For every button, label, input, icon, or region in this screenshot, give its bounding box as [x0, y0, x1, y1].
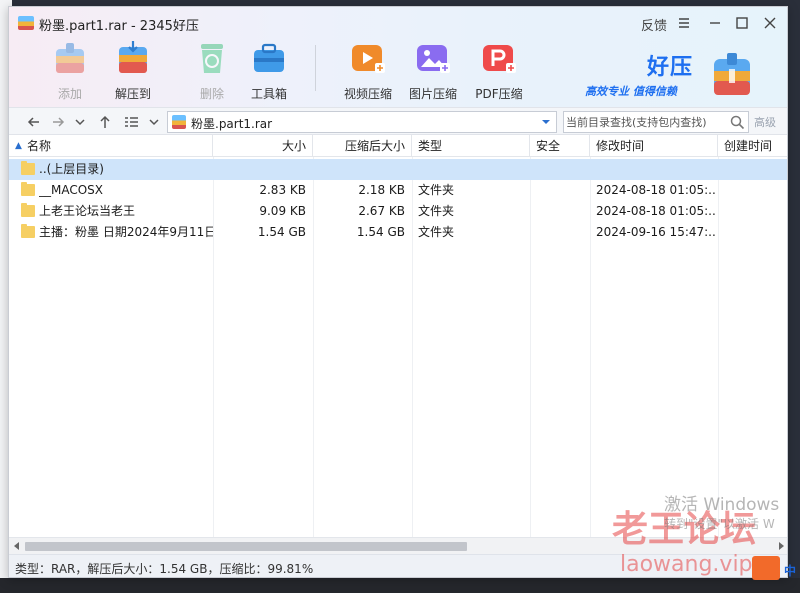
row-name: ..(上层目录) — [39, 162, 104, 176]
row-type: 文件夹 — [418, 225, 455, 239]
recycle-icon — [201, 44, 223, 73]
image-compress-button[interactable]: 图片压缩 — [400, 37, 466, 105]
app-icon — [18, 16, 34, 30]
row-modified: 2024-08-18 01:05:... — [596, 183, 716, 197]
window-title: 粉墨.part1.rar - 2345好压 — [39, 19, 199, 34]
extract-button[interactable]: 解压到 — [100, 37, 166, 105]
toolbox-label: 工具箱 — [250, 87, 287, 101]
row-packed-size: 2.18 KB — [358, 183, 405, 197]
scrollbar-thumb[interactable] — [25, 542, 467, 551]
hamburger-icon — [679, 18, 689, 28]
video-compress-icon — [352, 45, 385, 73]
row-modified: 2024-08-18 01:05:... — [596, 204, 716, 218]
toolbox-button[interactable]: 工具箱 — [236, 37, 302, 105]
feedback-link[interactable]: 反馈 — [641, 15, 667, 34]
row-size: 2.83 KB — [259, 183, 306, 197]
image-compress-icon — [417, 45, 450, 73]
pdf-compress-icon — [483, 45, 516, 73]
column-modified[interactable]: 修改时间 — [590, 135, 718, 157]
pdf-compress-button[interactable]: PDF压缩 — [466, 37, 532, 105]
folder-icon — [21, 161, 35, 175]
up-arrow-icon[interactable] — [96, 113, 114, 131]
history-chevron-down-icon[interactable] — [71, 113, 89, 131]
row-size: 1.54 GB — [257, 225, 306, 239]
column-name[interactable]: ▲ 名称 — [9, 135, 213, 157]
path-dropdown-icon[interactable] — [541, 118, 551, 126]
table-row[interactable]: 主播：粉墨 日期2024年9月11日 1.54 GB 1.54 GB 文件夹 2… — [9, 222, 787, 243]
file-list: ▲ 名称 大小 压缩后大小 类型 安全 修改时间 创建时间 ..(上层目录) _… — [9, 135, 787, 537]
row-modified: 2024-09-16 15:47:... — [596, 225, 716, 239]
toolbox-icon — [254, 43, 284, 72]
taskbar-strip — [0, 578, 800, 593]
toolbar: 添加 解压到 删除 工具箱 视频压缩 图片压缩 PDF压缩 好压 高效专业 值得… — [9, 37, 787, 107]
toolbar-separator — [315, 45, 316, 91]
add-label: 添加 — [57, 87, 82, 101]
video-compress-button[interactable]: 视频压缩 — [335, 37, 401, 105]
menu-button[interactable] — [671, 11, 697, 35]
search-field — [563, 111, 749, 133]
view-mode-icon[interactable] — [122, 113, 140, 131]
row-type: 文件夹 — [418, 183, 455, 197]
path-field[interactable]: 粉墨.part1.rar — [167, 111, 557, 133]
brand-name: 好压 — [647, 55, 694, 80]
extract-label: 解压到 — [114, 87, 151, 101]
extract-icon — [119, 41, 147, 73]
path-text: 粉墨.part1.rar — [191, 117, 273, 131]
close-button[interactable] — [757, 11, 783, 35]
address-bar: 粉墨.part1.rar 高级 — [9, 107, 787, 135]
minimize-button[interactable] — [702, 11, 728, 35]
maximize-icon — [736, 17, 748, 29]
folder-icon — [21, 224, 35, 238]
column-header: ▲ 名称 大小 压缩后大小 类型 安全 修改时间 创建时间 — [9, 135, 787, 157]
sort-asc-icon: ▲ — [15, 141, 22, 151]
maximize-button[interactable] — [729, 11, 755, 35]
brand: 好压 高效专业 值得信赖 — [583, 47, 783, 107]
back-arrow-icon[interactable] — [25, 113, 43, 131]
row-size: 9.09 KB — [259, 204, 306, 218]
activate-windows-title: 激活 Windows — [664, 495, 780, 515]
site-logo-icon — [752, 556, 780, 580]
video-compress-label: 视频压缩 — [343, 87, 392, 101]
add-archive-icon — [56, 43, 84, 73]
folder-icon — [21, 182, 35, 196]
add-button[interactable]: 添加 — [37, 37, 103, 105]
row-name: 主播：粉墨 日期2024年9月11日 — [39, 225, 213, 239]
archive-icon — [172, 115, 186, 129]
view-mode-chevron-down-icon[interactable] — [145, 113, 163, 131]
table-row[interactable]: __MACOSX 2.83 KB 2.18 KB 文件夹 2024-08-18 … — [9, 180, 787, 201]
brand-logo-icon — [714, 53, 750, 95]
column-created[interactable]: 创建时间 — [718, 135, 787, 157]
table-row[interactable]: ..(上层目录) — [9, 159, 787, 180]
close-icon — [764, 17, 776, 29]
row-packed-size: 2.67 KB — [358, 204, 405, 218]
column-type[interactable]: 类型 — [412, 135, 530, 157]
activate-windows-subtitle: 转到"设置"以激活 W — [664, 517, 775, 531]
forward-arrow-icon[interactable] — [49, 113, 67, 131]
column-size[interactable]: 大小 — [213, 135, 313, 157]
ime-language-indicator[interactable]: 中 — [784, 562, 796, 579]
image-compress-label: 图片压缩 — [408, 87, 457, 101]
title-bar: 粉墨.part1.rar - 2345好压 反馈 — [9, 7, 787, 39]
brand-slogan: 高效专业 值得信赖 — [585, 85, 677, 98]
row-packed-size: 1.54 GB — [356, 225, 405, 239]
search-icon[interactable] — [730, 115, 745, 130]
table-row[interactable]: 上老王论坛当老王 9.09 KB 2.67 KB 文件夹 2024-08-18 … — [9, 201, 787, 222]
column-name-label: 名称 — [27, 139, 52, 153]
advanced-search-link[interactable]: 高级 — [754, 114, 776, 130]
scroll-left-icon[interactable] — [12, 541, 22, 551]
folder-icon — [21, 203, 35, 217]
pdf-compress-label: PDF压缩 — [475, 87, 523, 101]
header: 粉墨.part1.rar - 2345好压 反馈 添加 解压到 删除 工具箱 视… — [9, 7, 787, 107]
row-type: 文件夹 — [418, 204, 455, 218]
minimize-icon — [710, 22, 720, 24]
column-packed-size[interactable]: 压缩后大小 — [313, 135, 412, 157]
status-text: 类型：RAR，解压后大小：1.54 GB，压缩比：99.81% — [15, 562, 314, 576]
row-name: __MACOSX — [39, 183, 104, 197]
scroll-right-icon[interactable] — [776, 541, 786, 551]
column-security[interactable]: 安全 — [530, 135, 590, 157]
site-url-watermark: laowang.vip — [620, 552, 753, 577]
row-name: 上老王论坛当老王 — [39, 204, 136, 218]
search-input[interactable] — [566, 113, 726, 131]
